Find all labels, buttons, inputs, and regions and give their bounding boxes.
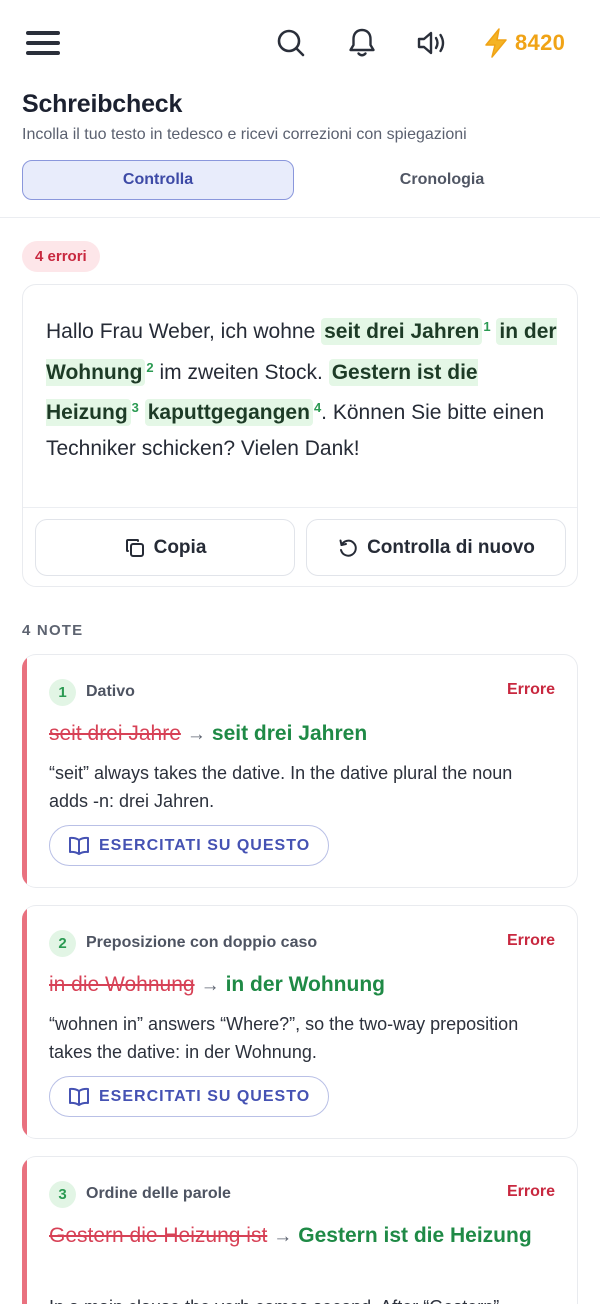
- note-card: 2 Preposizione con doppio caso Errore in…: [22, 905, 578, 1139]
- marker-1: 1: [483, 319, 491, 334]
- page-subtitle: Incolla il tuo testo in tedesco e ricevi…: [22, 126, 467, 143]
- copy-icon: [125, 538, 144, 557]
- note-explanation: “seit” always takes the dative. In the d…: [49, 763, 513, 811]
- recheck-label: Controlla di nuovo: [367, 536, 535, 558]
- note-number: 1: [49, 678, 76, 706]
- note-category: Preposizione con doppio caso: [86, 934, 318, 951]
- severity-label: Errore: [506, 681, 555, 698]
- note-explanation: In a main clause the verb comes second. …: [49, 1293, 549, 1304]
- copy-label: Copia: [153, 536, 207, 558]
- correction-line: in die Wohnung → in der Wohnung: [49, 968, 559, 1002]
- note-card: 1 Dativo Errore seit drei Jahre → seit dre…: [22, 654, 578, 888]
- note-number: 2: [49, 929, 76, 957]
- note-header: 2 Preposizione con doppio caso: [49, 929, 317, 957]
- copy-button[interactable]: Copia: [35, 519, 295, 576]
- corrected-text: Hallo Frau Weber, ich wohne seit drei Ja…: [46, 309, 558, 466]
- lightning-icon: [485, 28, 507, 58]
- note-header: 1 Dativo: [49, 678, 135, 706]
- header-divider: [0, 217, 600, 218]
- highlight-4[interactable]: kaputtgegangen: [144, 399, 313, 426]
- marker-3: 3: [131, 400, 139, 415]
- note-explanation: “wohnen in” answers “Where?”, so the two…: [49, 1014, 519, 1062]
- page-header: Schreibcheck Incolla il tuo testo in ted…: [22, 90, 582, 144]
- error-count-badge: 4 errori: [22, 241, 100, 272]
- note-category: Ordine delle parole: [86, 1185, 231, 1202]
- correct-text: in der Wohnung: [225, 973, 385, 996]
- practice-label: ESERCITATI SU QUESTO: [99, 836, 311, 854]
- severity-label: Errore: [506, 932, 555, 949]
- tab-controlla[interactable]: Controlla: [22, 160, 294, 200]
- mode-tabs: Controlla Cronologia: [22, 160, 578, 200]
- wrong-text: seit drei Jahre: [49, 722, 181, 745]
- bell-icon[interactable]: [345, 26, 379, 60]
- marker-2: 2: [146, 359, 154, 375]
- arrow-right-icon: →: [200, 975, 220, 996]
- top-bar: 8420: [0, 0, 600, 88]
- hamburger-menu-icon[interactable]: [26, 29, 62, 57]
- book-icon: [69, 836, 89, 855]
- arrow-right-icon: →: [186, 724, 206, 745]
- page-title: Schreibcheck: [22, 90, 183, 118]
- corrected-text-card: Hallo Frau Weber, ich wohne seit drei Ja…: [22, 284, 578, 587]
- note-card: 3 Ordine delle parole Errore Gestern die…: [22, 1156, 578, 1304]
- card-divider: [23, 507, 577, 508]
- practice-label: ESERCITATI SU QUESTO: [99, 1087, 311, 1105]
- search-icon[interactable]: [274, 26, 308, 60]
- book-icon: [69, 1087, 89, 1106]
- speaker-icon[interactable]: [415, 26, 449, 60]
- arrow-right-icon: →: [273, 1226, 293, 1247]
- correct-text: Gestern ist die Heizung: [298, 1224, 532, 1247]
- practice-button[interactable]: ESERCITATI SU QUESTO: [49, 825, 330, 866]
- streak-count: 8420: [515, 30, 566, 55]
- highlight-1[interactable]: seit drei Jahren: [321, 318, 483, 345]
- note-header: 3 Ordine delle parole: [49, 1180, 231, 1208]
- tab-cronologia[interactable]: Cronologia: [306, 160, 578, 200]
- streak-counter[interactable]: 8420: [481, 25, 565, 61]
- recheck-button[interactable]: Controlla di nuovo: [306, 519, 566, 576]
- text-segment: Hallo Frau Weber, ich wohne: [46, 320, 322, 343]
- wrong-text: Gestern die Heizung ist: [49, 1224, 268, 1247]
- correction-line: seit drei Jahre → seit drei Jahren: [49, 717, 559, 751]
- note-number: 3: [49, 1180, 76, 1208]
- severity-label: Errore: [506, 1183, 555, 1200]
- correction-line: Gestern die Heizung ist → Gestern ist die …: [49, 1219, 559, 1253]
- correct-text: seit drei Jahren: [211, 722, 368, 745]
- text-segment: im zweiten Stock.: [153, 360, 329, 384]
- notes-count-label: 4 NOTE: [22, 622, 84, 639]
- note-category: Dativo: [86, 683, 135, 700]
- practice-button[interactable]: ESERCITATI SU QUESTO: [49, 1076, 330, 1117]
- wrong-text: in die Wohnung: [49, 973, 195, 996]
- refresh-icon: [339, 539, 357, 557]
